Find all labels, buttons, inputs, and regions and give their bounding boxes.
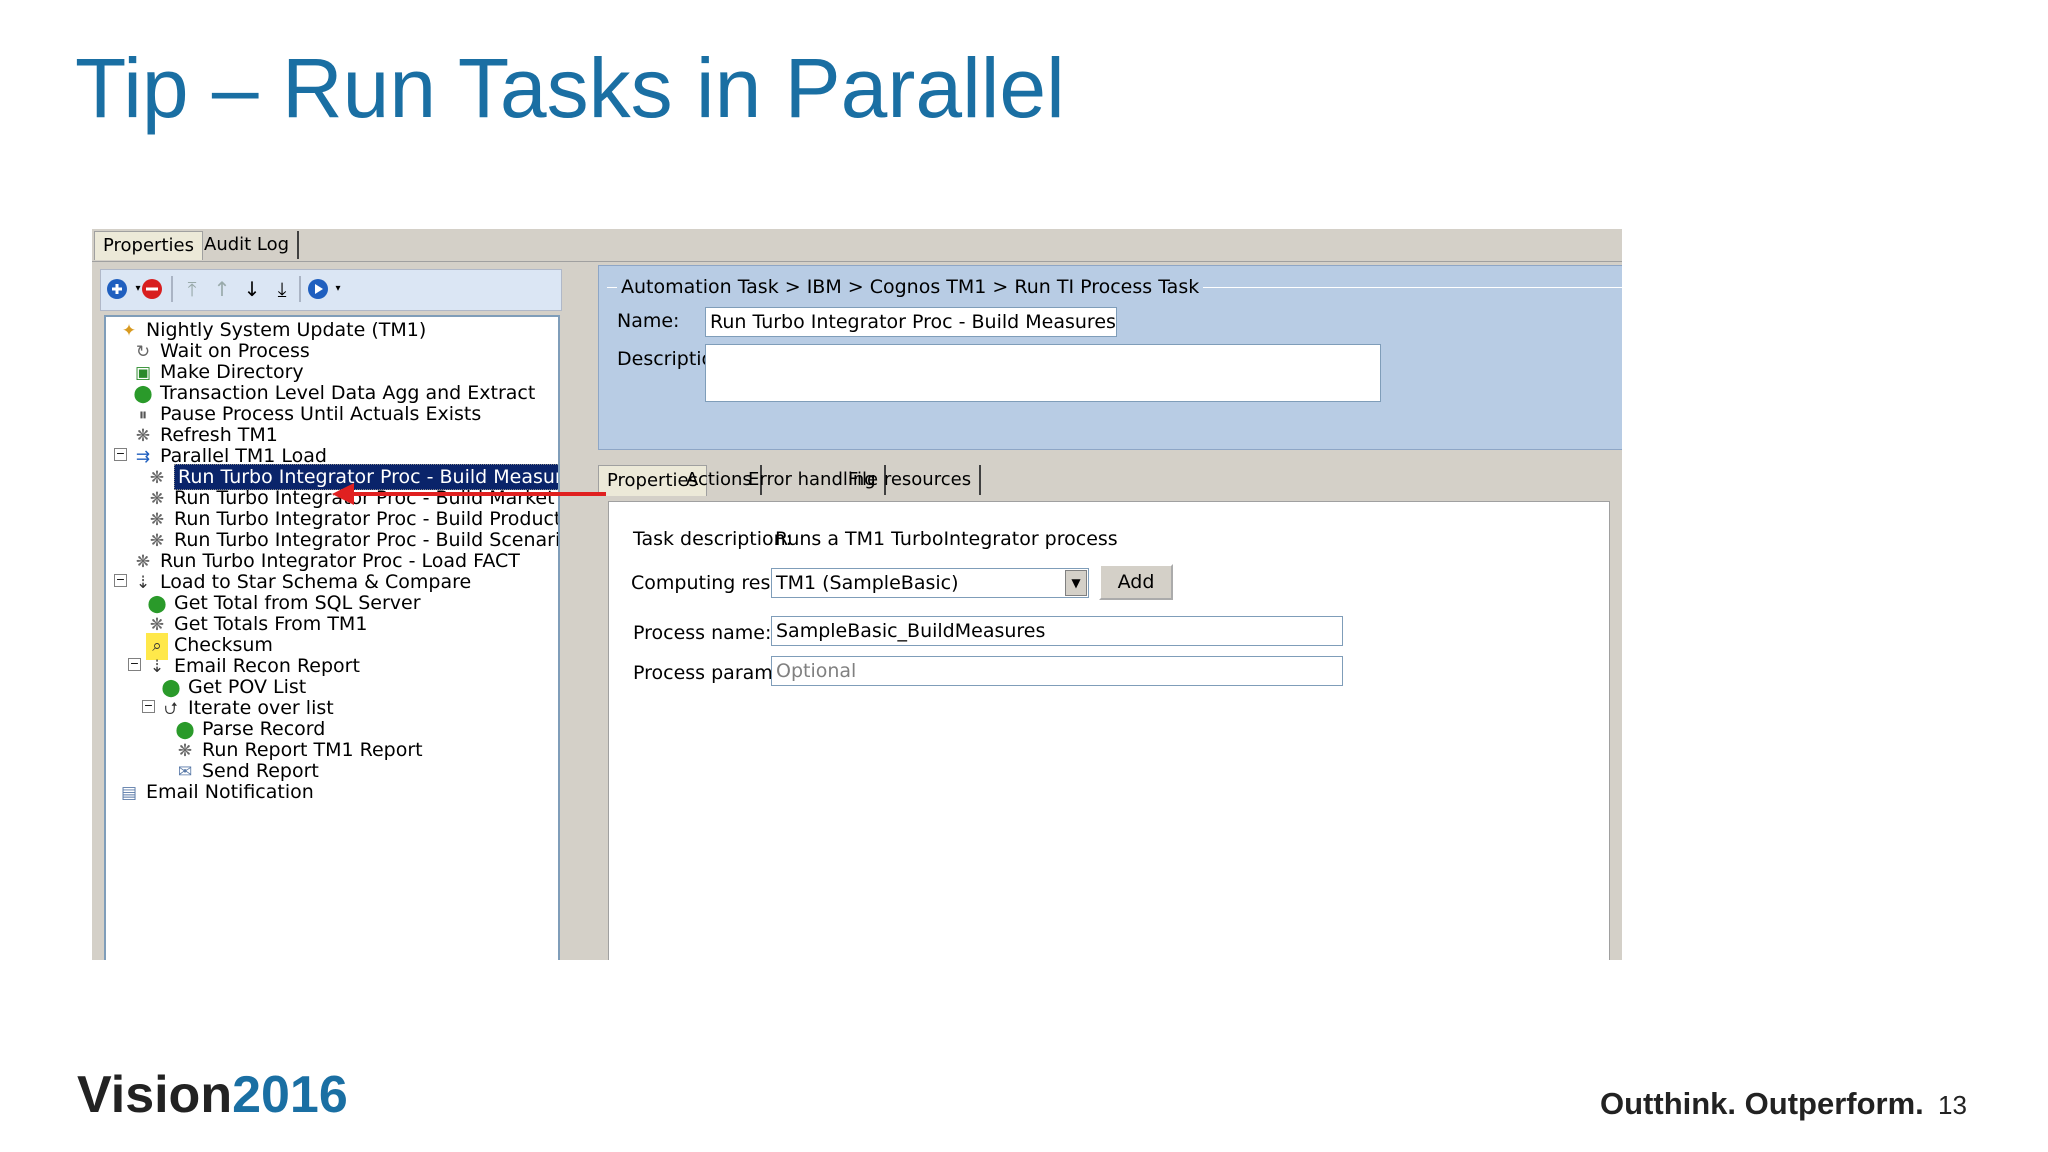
slide-title: Tip – Run Tasks in Parallel: [75, 41, 1065, 135]
annotation-arrow: [332, 483, 606, 505]
app-screenshot: Properties Audit Log ▾ ⤒ ↑ ↓ ⤓ ▾ ✦ Night…: [92, 229, 1622, 960]
tagline: Outthink. Outperform.: [1600, 1086, 1924, 1121]
logo-year: 2016: [232, 1066, 348, 1124]
vision-logo: Vision2016: [77, 1065, 348, 1125]
page-number: 13: [1938, 1090, 1967, 1120]
logo-word: Vision: [77, 1066, 233, 1124]
